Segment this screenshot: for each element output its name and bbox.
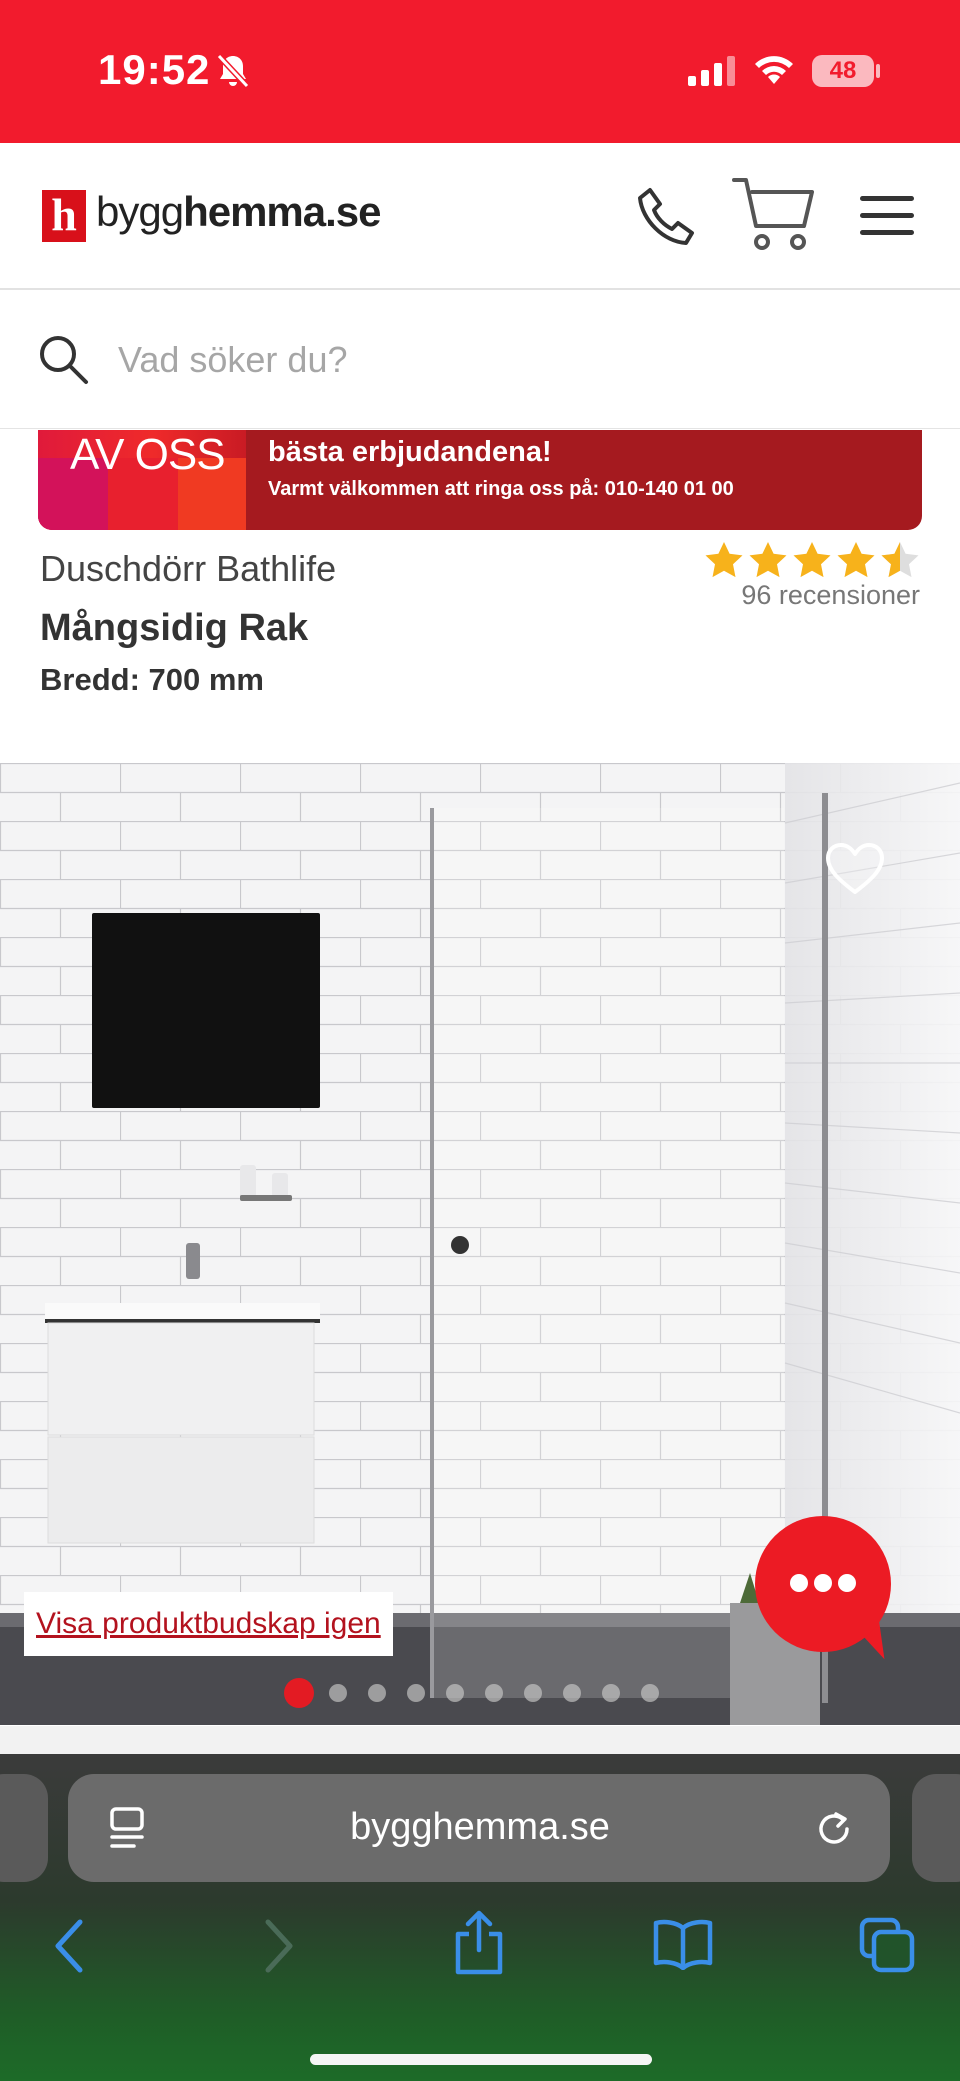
promo-banner[interactable]: AV OSS bästa erbjudandena! Varmt välkomm…	[38, 430, 922, 530]
gallery-dot[interactable]	[563, 1684, 581, 1702]
logo-text-regular: bygg	[96, 188, 184, 235]
star-icon	[793, 542, 831, 578]
banner-left-text: AV OSS	[70, 430, 226, 479]
gallery-dot[interactable]	[602, 1684, 620, 1702]
gallery-dot[interactable]	[407, 1684, 425, 1702]
previous-tab-preview[interactable]	[0, 1774, 48, 1882]
battery-indicator: 48	[812, 55, 874, 87]
gallery-dot[interactable]	[485, 1684, 503, 1702]
product-width: Bredd: 700 mm	[40, 662, 264, 697]
star-icon	[749, 542, 787, 578]
menu-icon[interactable]	[860, 194, 914, 238]
search-icon[interactable]	[38, 334, 90, 386]
gallery-dot[interactable]	[329, 1684, 347, 1702]
share-icon[interactable]	[452, 1910, 506, 1976]
status-time: 19:52	[98, 46, 211, 93]
product-brand: Duschdörr Bathlife	[40, 548, 337, 589]
star-icon	[837, 542, 875, 578]
gallery-dot[interactable]	[368, 1684, 386, 1702]
gallery-dot[interactable]	[524, 1684, 542, 1702]
reload-icon[interactable]	[814, 1808, 856, 1850]
logo-mark[interactable]: h	[42, 190, 86, 242]
cart-icon[interactable]	[732, 176, 814, 252]
reader-icon[interactable]	[108, 1806, 148, 1850]
home-indicator[interactable]	[310, 2054, 652, 2065]
show-product-message-link[interactable]: Visa produktbudskap igen	[24, 1592, 393, 1656]
tabs-icon[interactable]	[858, 1916, 916, 1974]
rating-stars[interactable]	[704, 540, 922, 580]
signal-icon	[688, 56, 735, 86]
logo-text[interactable]: bygghemma.se	[96, 188, 382, 236]
star-icon	[705, 542, 743, 578]
half-star-icon	[881, 542, 919, 578]
chat-button[interactable]	[755, 1516, 891, 1652]
gallery-dot[interactable]	[641, 1684, 659, 1702]
phone-icon[interactable]	[636, 186, 698, 248]
bookmarks-icon[interactable]	[652, 1918, 714, 1970]
forward-icon[interactable]	[262, 1918, 296, 1974]
gallery-dot[interactable]	[284, 1678, 314, 1708]
search-input[interactable]	[116, 325, 900, 395]
battery-tip	[876, 64, 880, 78]
gallery-dot[interactable]	[446, 1684, 464, 1702]
next-tab-preview[interactable]	[912, 1774, 960, 1882]
banner-headline: bästa erbjudandena!	[268, 436, 552, 468]
banner-phone-text: Varmt välkommen att ringa oss på: 010-14…	[268, 478, 734, 500]
page-bottom-edge	[0, 1726, 960, 1754]
logo-text-bold: hemma.se	[183, 188, 381, 235]
chat-icon	[790, 1574, 856, 1592]
url-text[interactable]: bygghemma.se	[250, 1806, 710, 1849]
product-model: Mångsidig Rak	[40, 607, 309, 649]
bell-slash-icon	[216, 53, 250, 89]
heart-icon[interactable]	[825, 842, 885, 896]
review-count[interactable]: 96 recensioner	[680, 580, 920, 611]
back-icon[interactable]	[52, 1918, 86, 1974]
wifi-icon	[755, 56, 793, 84]
